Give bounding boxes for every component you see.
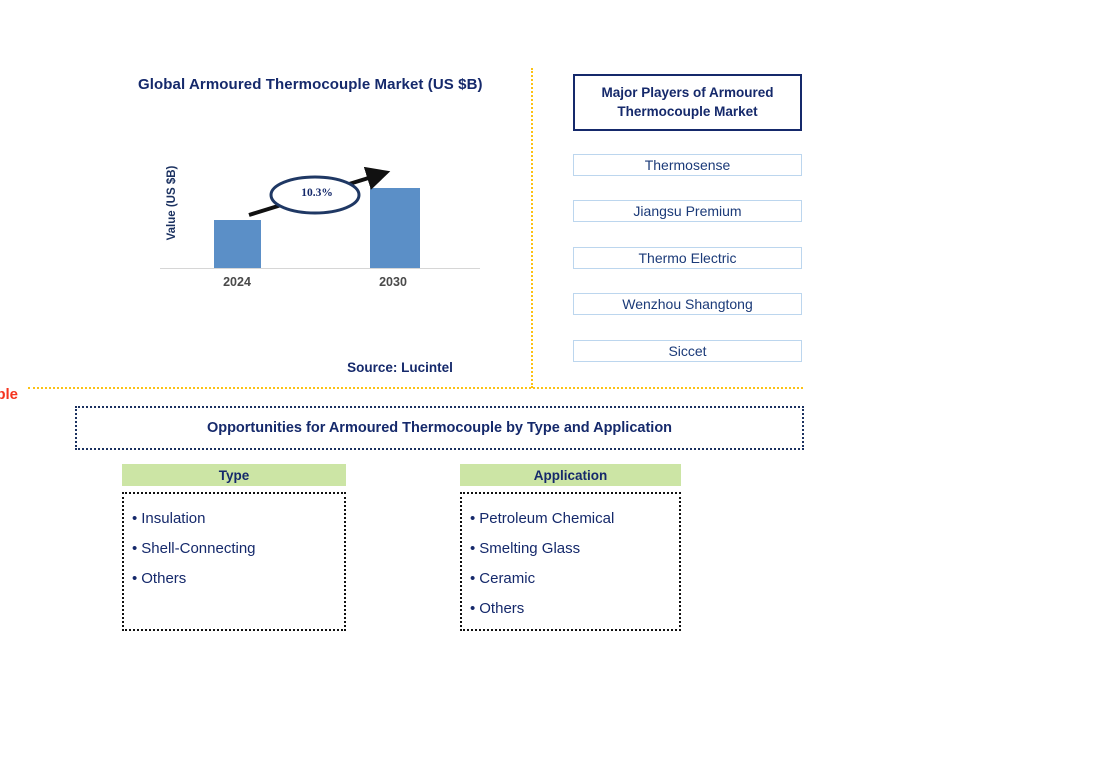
clipped-edge-text: ouple <box>0 386 18 403</box>
source-note: Source: Lucintel <box>347 360 453 375</box>
list-item: • Others <box>132 564 338 594</box>
x-axis-baseline <box>160 268 480 269</box>
y-axis-label: Value (US $B) <box>166 165 178 241</box>
list-item-label: Ceramic <box>479 570 536 587</box>
list-item-label: Petroleum Chemical <box>479 510 615 527</box>
list-item-label: Shell-Connecting <box>141 540 256 557</box>
bar-chart: Value (US $B) 2024 2030 10.3% <box>155 160 485 300</box>
bullet-icon: • <box>470 540 476 557</box>
bullet-icon: • <box>470 600 476 617</box>
category-header-application: Application <box>460 464 681 486</box>
chart-title: Global Armoured Thermocouple Market (US … <box>138 76 483 93</box>
list-item-label: Insulation <box>141 510 206 527</box>
bullet-icon: • <box>132 540 138 557</box>
player-item-thermosense[interactable]: Thermosense <box>573 154 802 176</box>
bullet-icon: • <box>470 510 476 527</box>
bullet-icon: • <box>132 570 138 587</box>
list-item: • Ceramic <box>470 564 673 594</box>
vertical-divider <box>531 68 533 388</box>
list-item: • Petroleum Chemical <box>470 504 673 534</box>
player-item-thermo-electric[interactable]: Thermo Electric <box>573 247 802 269</box>
list-item: • Others <box>470 594 673 624</box>
list-item: • Shell-Connecting <box>132 534 338 564</box>
x-tick-2030: 2030 <box>379 275 407 289</box>
player-item-jiangsu-premium[interactable]: Jiangsu Premium <box>573 200 802 222</box>
cagr-value: 10.3% <box>301 187 333 199</box>
major-players-header: Major Players of Armoured Thermocouple M… <box>573 74 802 131</box>
category-list-type: • Insulation • Shell-Connecting • Others <box>122 492 346 631</box>
infographic-canvas: ouple Global Armoured Thermocouple Marke… <box>0 0 1118 764</box>
player-item-siccet[interactable]: Siccet <box>573 340 802 362</box>
list-item: • Smelting Glass <box>470 534 673 564</box>
opportunities-banner: Opportunities for Armoured Thermocouple … <box>75 406 804 450</box>
list-item-label: Smelting Glass <box>479 540 581 557</box>
list-item-label: Others <box>479 600 525 617</box>
x-tick-2024: 2024 <box>223 275 251 289</box>
list-item: • Insulation <box>132 504 338 534</box>
category-header-type: Type <box>122 464 346 486</box>
bullet-icon: • <box>470 570 476 587</box>
player-item-wenzhou-shangtong[interactable]: Wenzhou Shangtong <box>573 293 802 315</box>
bar-2024 <box>214 220 261 268</box>
bullet-icon: • <box>132 510 138 527</box>
horizontal-divider <box>28 387 803 389</box>
list-item-label: Others <box>141 570 187 587</box>
category-list-application: • Petroleum Chemical • Smelting Glass • Cer… <box>460 492 681 631</box>
